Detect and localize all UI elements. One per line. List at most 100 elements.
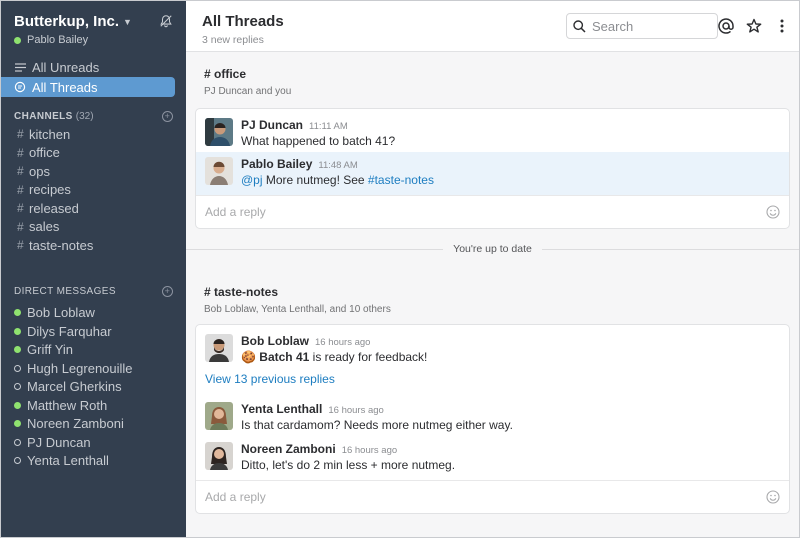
sidebar-item-all-unreads[interactable]: All Unreads [1, 57, 186, 77]
chevron-down-icon: ▼ [123, 16, 132, 27]
thread-members: Bob Loblaw, Yenta Lenthall, and 10 other… [204, 304, 391, 315]
reply-box[interactable] [196, 480, 789, 513]
divider-label: You're up to date [443, 243, 542, 255]
avatar[interactable] [205, 402, 233, 430]
sidebar-channel-taste-notes[interactable]: # taste-notes [1, 236, 186, 255]
sidebar-dm-item[interactable]: Marcel Gherkins [1, 378, 186, 397]
mentions-icon[interactable] [717, 17, 735, 35]
add-channel-icon[interactable]: + [162, 110, 173, 122]
add-dm-icon[interactable]: + [162, 286, 173, 297]
thread-channel-name[interactable]: # office [204, 67, 799, 81]
message-text-bold: Batch 41 [259, 350, 310, 364]
dms-section-header[interactable]: DIRECT MESSAGES + [1, 283, 186, 301]
notifications-off-icon[interactable] [159, 14, 173, 28]
sidebar-channel-recipes[interactable]: # recipes [1, 181, 186, 200]
message-text: 🍪 Batch 41 is ready for feedback! [241, 350, 780, 364]
unreads-icon [14, 62, 26, 72]
sidebar-dm-item[interactable]: Bob Loblaw [1, 304, 186, 323]
search-icon [573, 19, 586, 33]
hash-icon: # [17, 145, 24, 160]
star-icon[interactable] [745, 17, 763, 35]
message-text: What happened to batch 41? [241, 134, 396, 148]
channels-heading: CHANNELS [14, 110, 73, 122]
presence-away-icon [14, 457, 21, 465]
presence-online-icon [14, 420, 21, 428]
message-text: Ditto, let's do 2 min less + more nutmeg… [241, 458, 456, 472]
sidebar-dm-item[interactable]: Griff Yin [1, 341, 186, 360]
presence-online-icon [14, 327, 21, 335]
message-author[interactable]: Noreen Zamboni [241, 442, 336, 456]
message-author[interactable]: Bob Loblaw [241, 334, 309, 348]
sidebar-channel-office[interactable]: # office [1, 144, 186, 163]
presence-online-icon [14, 309, 21, 317]
hash-icon: # [17, 127, 24, 142]
sidebar-dm-item[interactable]: PJ Duncan [1, 433, 186, 452]
sidebar-dm-item[interactable]: Dilys Farquhar [1, 322, 186, 341]
dm-name: Noreen Zamboni [27, 416, 124, 432]
up-to-date-divider: You're up to date [186, 229, 799, 269]
dm-name: Marcel Gherkins [27, 379, 122, 395]
sidebar-dm-item[interactable]: Hugh Legrenouille [1, 359, 186, 378]
message: PJ Duncan 11:11 AM What happened to batc… [196, 109, 789, 152]
avatar[interactable] [205, 118, 233, 146]
dm-name: Bob Loblaw [27, 305, 95, 321]
avatar[interactable] [205, 442, 233, 470]
message: Yenta Lenthall 16 hours ago Is that card… [196, 396, 789, 436]
reply-input[interactable] [205, 490, 705, 504]
dm-name: Griff Yin [27, 342, 74, 358]
sidebar-channel-sales[interactable]: # sales [1, 218, 186, 237]
threads-list[interactable]: # office PJ Duncan and you PJ Duncan 11:… [186, 52, 799, 537]
message-time[interactable]: 16 hours ago [315, 337, 370, 348]
message-time[interactable]: 11:11 AM [309, 121, 348, 132]
channel-name: released [29, 200, 79, 216]
message-text: Is that cardamom? Needs more nutmeg eith… [241, 418, 513, 432]
sidebar: Butterkup, Inc. ▼ Pablo Bailey All Unrea… [1, 1, 186, 537]
sidebar-item-all-threads[interactable]: All Threads [1, 77, 175, 97]
sidebar-channel-released[interactable]: # released [1, 199, 186, 218]
avatar[interactable] [205, 157, 233, 185]
sidebar-channel-kitchen[interactable]: # kitchen [1, 125, 186, 144]
thread-header-taste-notes[interactable]: # taste-notes Bob Loblaw, Yenta Lenthall… [186, 269, 799, 324]
thread-header-office[interactable]: # office PJ Duncan and you [186, 52, 799, 108]
message-highlighted: Pablo Bailey 11:48 AM @pj More nutmeg! S… [196, 152, 789, 195]
message-time[interactable]: 16 hours ago [342, 445, 397, 456]
reply-input[interactable] [205, 205, 705, 219]
presence-away-icon [14, 438, 21, 446]
message-time[interactable]: 11:48 AM [318, 160, 357, 171]
main-panel: All Threads 3 new replies # [186, 1, 799, 537]
message-time[interactable]: 16 hours ago [328, 405, 383, 416]
view-previous-replies-link[interactable]: View 13 previous replies [196, 368, 789, 396]
message-author[interactable]: Yenta Lenthall [241, 402, 322, 416]
message-author[interactable]: Pablo Bailey [241, 157, 312, 171]
message-text-part: More nutmeg! See [262, 173, 368, 187]
sidebar-item-label: All Threads [32, 79, 98, 95]
message-text-part: is ready for feedback! [309, 350, 428, 364]
message-author[interactable]: PJ Duncan [241, 118, 303, 132]
emoji-icon[interactable] [766, 490, 780, 504]
team-header[interactable]: Butterkup, Inc. ▼ Pablo Bailey [1, 1, 186, 55]
team-menu[interactable]: Butterkup, Inc. ▼ [14, 13, 132, 30]
thread-channel-name[interactable]: # taste-notes [204, 285, 799, 299]
presence-online-icon [14, 346, 21, 354]
channel-name: kitchen [29, 126, 71, 142]
emoji-icon[interactable] [766, 205, 780, 219]
search-input[interactable] [592, 18, 702, 34]
channel-name: ops [29, 163, 50, 179]
sidebar-dm-item[interactable]: Noreen Zamboni [1, 415, 186, 434]
sidebar-channel-ops[interactable]: # ops [1, 162, 186, 181]
hash-icon: # [17, 201, 24, 216]
channels-section-header[interactable]: CHANNELS (32) + [1, 107, 186, 125]
hash-icon: # [17, 219, 24, 234]
hash-icon: # [17, 238, 24, 253]
reply-box[interactable] [196, 195, 789, 228]
message-text: @pj More nutmeg! See #taste-notes [241, 173, 780, 187]
header: All Threads 3 new replies [186, 1, 799, 52]
user-mention-link[interactable]: @pj [241, 173, 263, 187]
app-window: Butterkup, Inc. ▼ Pablo Bailey All Unrea… [0, 0, 800, 538]
channel-link[interactable]: #taste-notes [368, 173, 434, 187]
avatar[interactable] [205, 334, 233, 362]
sidebar-dm-item[interactable]: Yenta Lenthall [1, 452, 186, 471]
more-options-icon[interactable] [773, 17, 791, 35]
search-box[interactable] [566, 13, 718, 39]
sidebar-dm-item[interactable]: Matthew Roth [1, 396, 186, 415]
